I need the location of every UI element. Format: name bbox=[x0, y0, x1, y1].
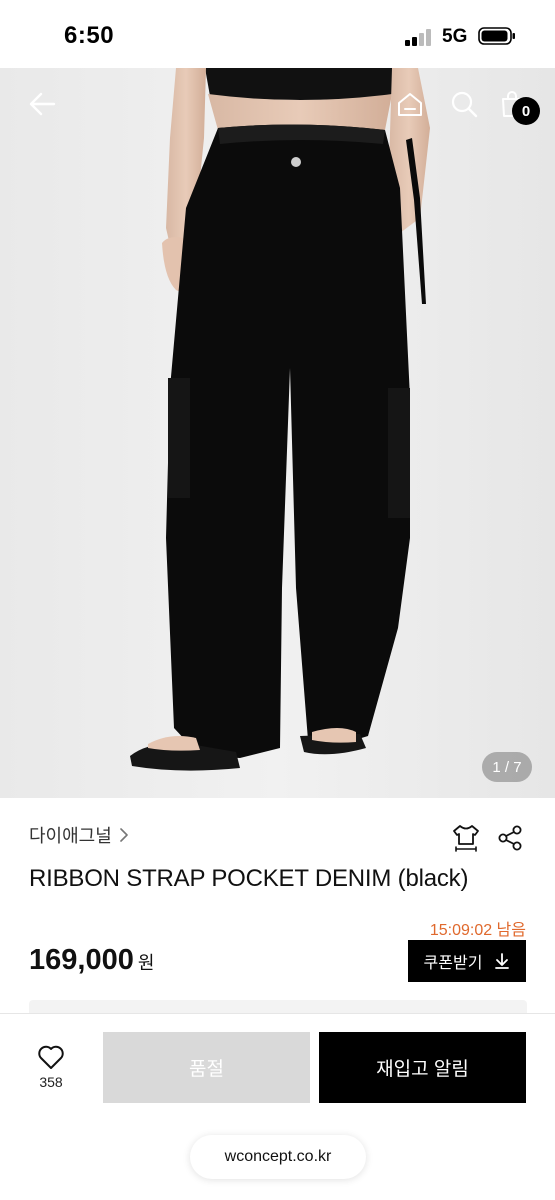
signal-icon bbox=[405, 28, 435, 46]
coupon-download-button[interactable]: 쿠폰받기 bbox=[408, 940, 526, 982]
home-icon bbox=[398, 93, 422, 116]
home-button[interactable] bbox=[392, 86, 428, 122]
product-photo bbox=[0, 68, 555, 798]
chevron-right-icon bbox=[120, 828, 128, 842]
product-title: RIBBON STRAP POCKET DENIM (black) bbox=[29, 865, 469, 892]
coupon-button-label: 쿠폰받기 bbox=[423, 955, 483, 972]
network-label: 5G bbox=[442, 26, 468, 47]
product-image-gallery[interactable] bbox=[0, 68, 555, 798]
battery-icon bbox=[478, 27, 515, 45]
like-button[interactable]: 358 bbox=[24, 1044, 78, 1098]
share-button[interactable] bbox=[493, 821, 527, 855]
size-guide-button[interactable] bbox=[449, 821, 483, 855]
gallery-page-indicator: 1 / 7 bbox=[482, 752, 532, 782]
price-value: 169,000 bbox=[29, 944, 134, 976]
tshirt-size-icon bbox=[453, 825, 479, 852]
brand-name: 다이애그널 bbox=[29, 826, 112, 846]
price: 169,000 원 bbox=[29, 944, 154, 977]
search-icon bbox=[451, 91, 478, 118]
back-arrow-icon bbox=[29, 92, 56, 116]
sold-out-button[interactable]: 품절 bbox=[103, 1032, 310, 1103]
search-button[interactable] bbox=[446, 86, 482, 122]
status-bar: 6:50 5G bbox=[0, 0, 555, 68]
price-currency: 원 bbox=[137, 953, 155, 973]
heart-icon bbox=[38, 1045, 64, 1069]
share-icon bbox=[498, 825, 522, 851]
coupon-time-left: 15:09:02 남음 bbox=[429, 922, 526, 939]
like-count: 358 bbox=[39, 1074, 63, 1090]
back-button[interactable] bbox=[24, 86, 60, 122]
download-icon bbox=[495, 953, 510, 969]
status-time: 6:50 bbox=[64, 22, 115, 49]
info-section-divider bbox=[29, 1000, 527, 1014]
browser-url-bar[interactable]: wconcept.co.kr bbox=[190, 1135, 366, 1179]
brand-link[interactable]: 다이애그널 bbox=[29, 822, 130, 848]
cart-count-badge: 0 bbox=[512, 97, 540, 125]
restock-alert-button[interactable]: 재입고 알림 bbox=[319, 1032, 526, 1103]
